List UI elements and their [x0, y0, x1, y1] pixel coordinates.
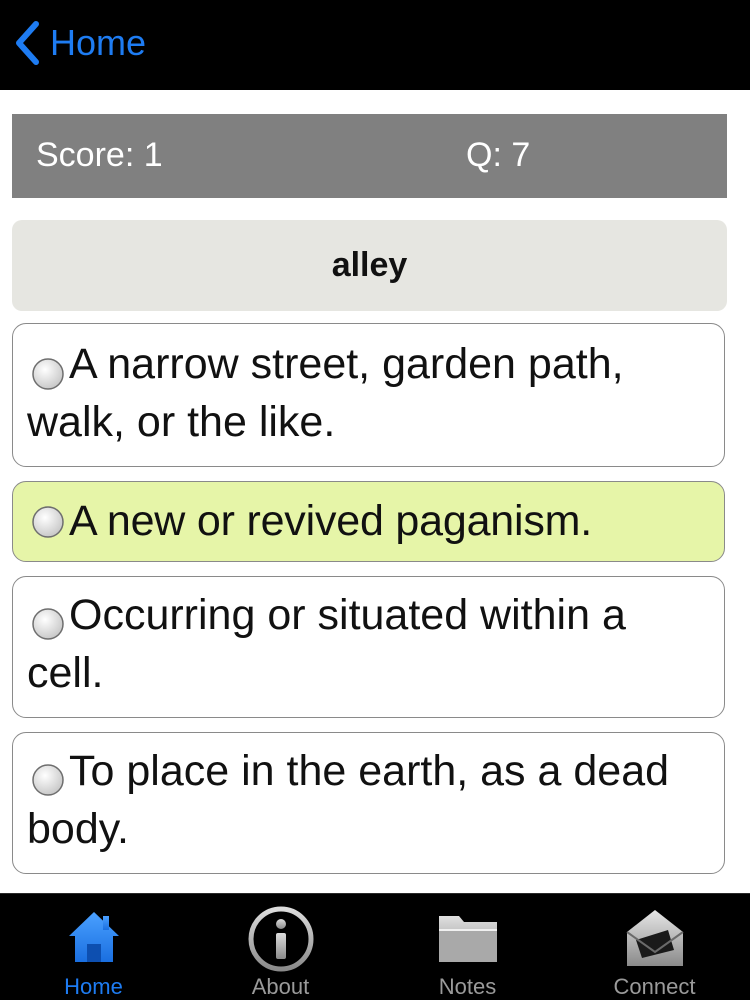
answer-option-1[interactable]: A narrow street, garden path, walk, or t…: [12, 323, 725, 467]
question-number-label: Q: 7: [466, 136, 531, 174]
answer-option-text: A narrow street, garden path, walk, or t…: [27, 340, 624, 446]
tab-home[interactable]: Home: [0, 894, 187, 1000]
answer-option-3[interactable]: Occurring or situated within a cell.: [12, 576, 725, 718]
tab-notes-label: Notes: [438, 974, 497, 999]
tab-about-label: About: [251, 974, 310, 999]
tab-connect[interactable]: Connect: [561, 894, 748, 1000]
top-navigation-bar: Home: [0, 0, 750, 90]
info-icon: [248, 906, 314, 977]
tab-notes[interactable]: Notes: [374, 894, 561, 1000]
answer-option-text: Occurring or situated within a cell.: [27, 591, 626, 697]
back-button[interactable]: Home: [14, 18, 146, 68]
folder-icon: [435, 906, 501, 973]
score-label: Score: 1: [36, 136, 163, 174]
bottom-tab-bar: Home About Notes Connect: [0, 893, 750, 1000]
house-icon: [66, 906, 122, 971]
answer-option-text: A new or revived paganism.: [69, 497, 593, 545]
chevron-left-icon: [14, 21, 40, 65]
tab-about[interactable]: About: [187, 894, 374, 1000]
answer-option-text: To place in the earth, as a dead body.: [27, 747, 670, 853]
tab-connect-label: Connect: [613, 974, 696, 999]
answer-option-2[interactable]: A new or revived paganism.: [12, 481, 725, 562]
envelope-icon: [622, 906, 688, 975]
answer-option-4[interactable]: To place in the earth, as a dead body.: [12, 732, 725, 874]
tab-home-label: Home: [64, 974, 123, 999]
quiz-word-box: alley: [12, 220, 727, 311]
quiz-screen: Home Score: 1 Q: 7 alley A narrow street…: [0, 0, 750, 1000]
quiz-word: alley: [331, 246, 408, 284]
back-button-label: Home: [50, 22, 147, 63]
score-bar: Score: 1 Q: 7: [12, 114, 727, 198]
